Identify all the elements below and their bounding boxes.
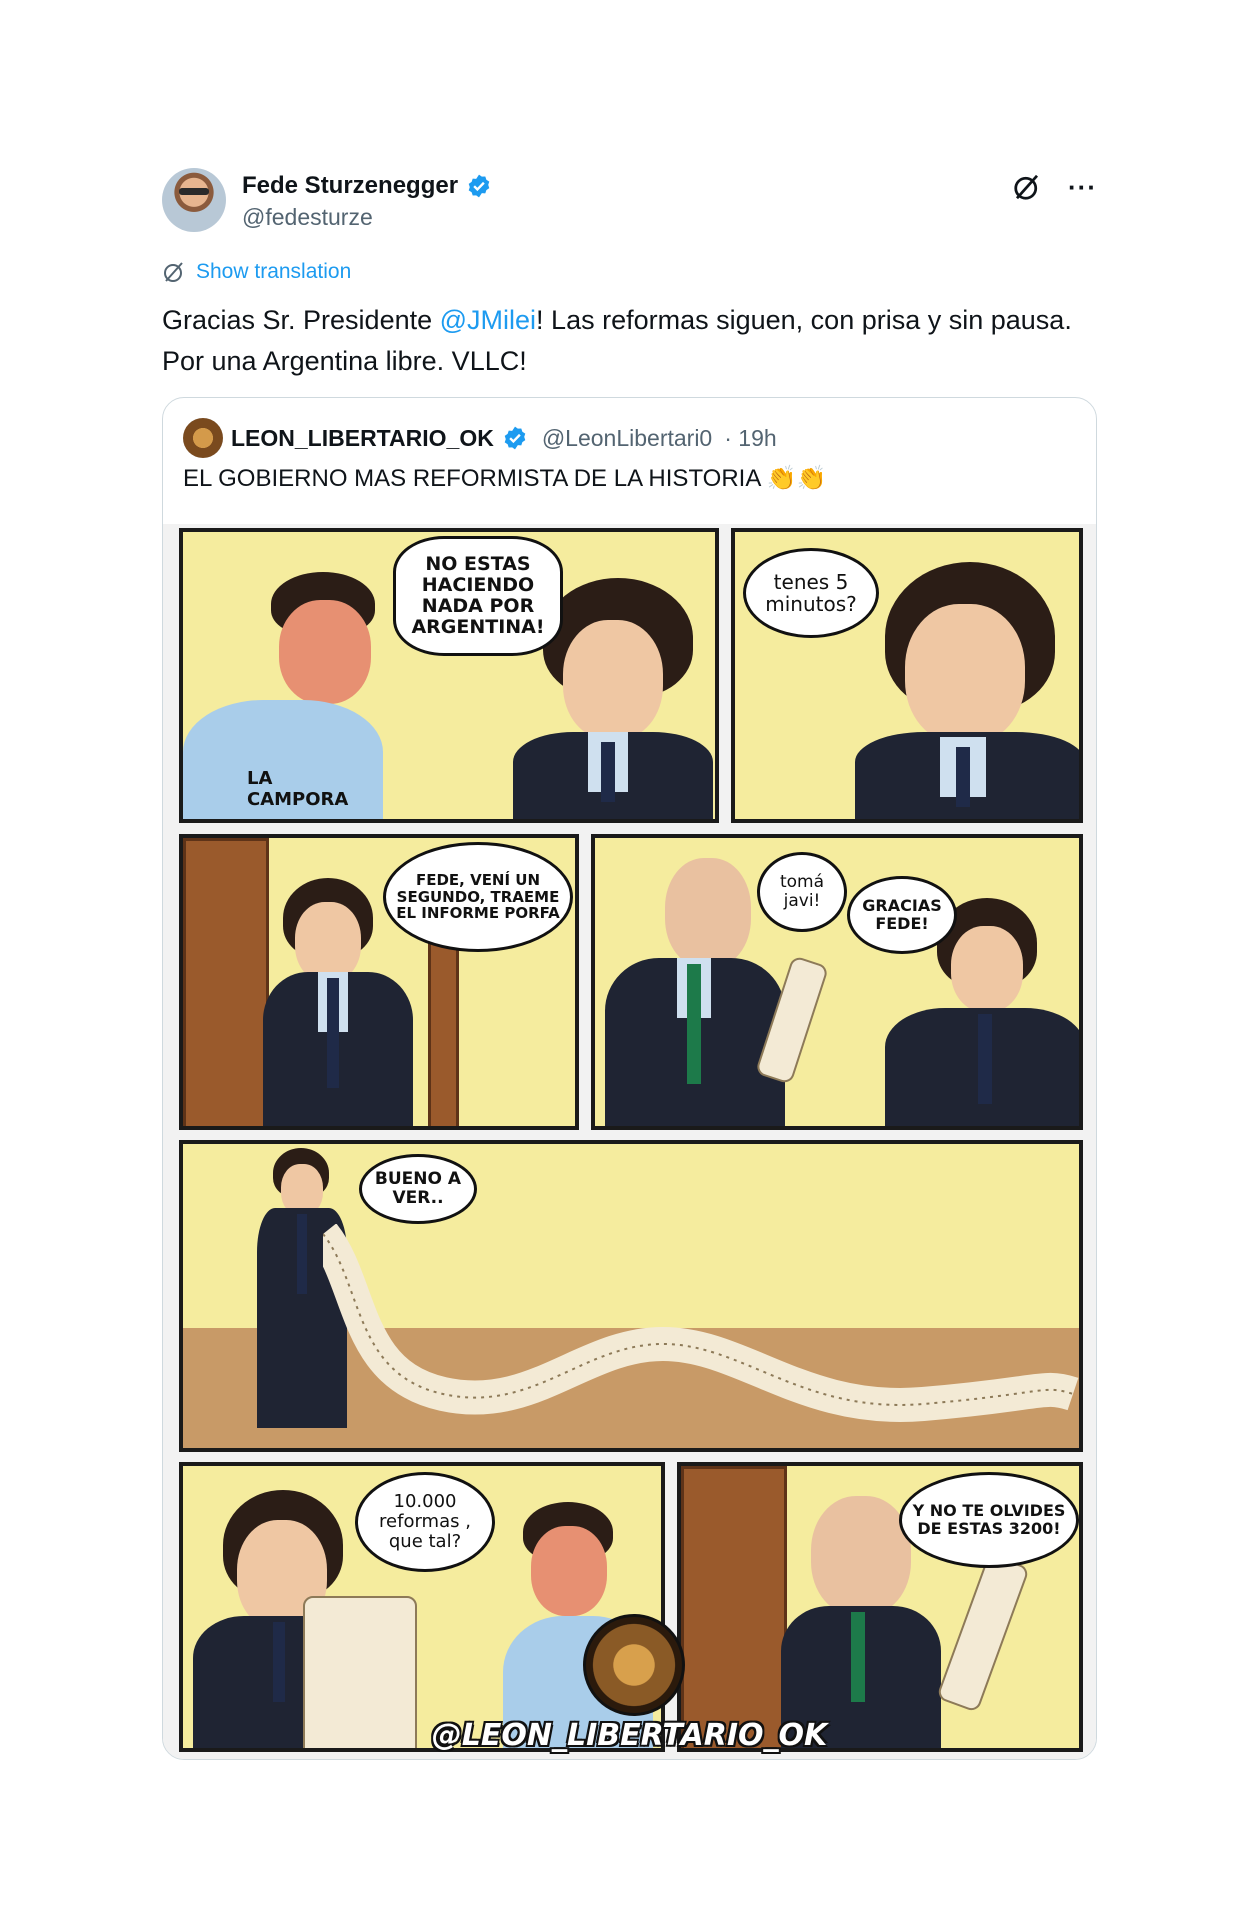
avatar[interactable] (162, 168, 226, 232)
tweet: Fede Sturzenegger @fedesturze ··· Show t… (162, 160, 1097, 1760)
mention-link[interactable]: @JMilei (440, 305, 536, 335)
quoted-time: · 19h (724, 424, 777, 451)
comic-panel-5: BUENO A VER.. (179, 1140, 1083, 1452)
quoted-tweet-header: LEON_LIBERTARIO_OK @LeonLibertari0 · 19h (183, 418, 777, 458)
watermark: @LEON_LIBERTARIO_OK (431, 1718, 828, 1753)
comic-panel-7: Y NO TE OLVIDES DE ESTAS 3200! (677, 1462, 1083, 1752)
author-handle[interactable]: @fedesturze (242, 204, 373, 231)
tweet-text: Gracias Sr. Presidente @JMilei! Las refo… (162, 300, 1097, 382)
header-actions: ··· (1012, 172, 1097, 202)
speech-bubble-6: 10.000 reformas , que tal? (355, 1472, 495, 1572)
translate-icon (164, 262, 183, 282)
speech-bubble-2: tenes 5 minutos? (743, 548, 879, 638)
comic-image[interactable]: LA CAMPORA NO ESTAS HACIENDO NADA POR AR… (163, 524, 1096, 1759)
more-icon[interactable]: ··· (1068, 174, 1097, 200)
comic-panel-2: tenes 5 minutos? (731, 528, 1083, 823)
shirt-text: LA CAMPORA (247, 768, 349, 810)
show-translation-link[interactable]: Show translation (162, 260, 351, 284)
grok-icon[interactable] (1012, 172, 1042, 202)
speech-bubble-1: NO ESTAS HACIENDO NADA POR ARGENTINA! (393, 536, 563, 656)
lion-logo-icon (583, 1614, 685, 1716)
speech-bubble-4b: GRACIAS FEDE! (847, 876, 957, 954)
author-name[interactable]: Fede Sturzenegger (242, 172, 458, 200)
speech-bubble-3: FEDE, VENÍ UN SEGUNDO, TRAEME EL INFORME… (383, 842, 573, 952)
tweet-header: Fede Sturzenegger @fedesturze ··· (162, 160, 1097, 240)
speech-bubble-5: BUENO A VER.. (359, 1154, 477, 1224)
quoted-tweet[interactable]: LEON_LIBERTARIO_OK @LeonLibertari0 · 19h… (162, 397, 1097, 1760)
speech-bubble-4a: tomá javi! (757, 852, 847, 932)
speech-bubble-7: Y NO TE OLVIDES DE ESTAS 3200! (899, 1472, 1079, 1568)
quoted-author-name: LEON_LIBERTARIO_OK (231, 424, 494, 451)
comic-panel-1: LA CAMPORA NO ESTAS HACIENDO NADA POR AR… (179, 528, 719, 823)
comic-panel-4: tomá javi! GRACIAS FEDE! (591, 834, 1083, 1130)
long-scroll (323, 1224, 1079, 1422)
show-translation-label: Show translation (196, 260, 352, 283)
quoted-avatar (183, 418, 223, 458)
quoted-text: EL GOBIERNO MAS REFORMISTA DE LA HISTORI… (183, 465, 827, 492)
quoted-author-handle: @LeonLibertari0 (541, 424, 713, 451)
verified-badge-icon (504, 426, 526, 450)
verified-badge-icon (468, 174, 490, 198)
comic-panel-3: FEDE, VENÍ UN SEGUNDO, TRAEME EL INFORME… (179, 834, 579, 1130)
tweet-text-part1: Gracias Sr. Presidente (162, 305, 440, 335)
author-name-row: Fede Sturzenegger (242, 172, 492, 200)
comic-panel-6: 10.000 reformas , que tal? (179, 1462, 665, 1752)
